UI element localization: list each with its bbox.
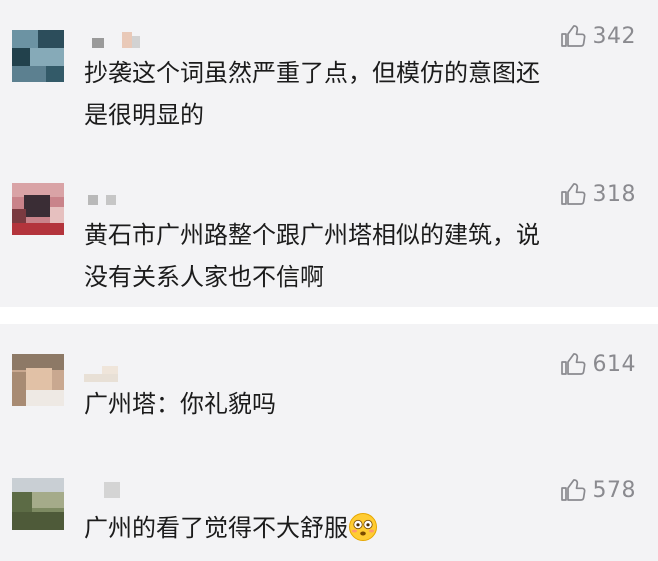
comment-line: 没有关系人家也不信啊 bbox=[84, 263, 324, 291]
comment-line: 广州的看了觉得不大舒服 bbox=[84, 514, 348, 542]
thumbs-up-icon bbox=[560, 25, 585, 47]
like-count: 342 bbox=[592, 23, 636, 49]
like-count: 318 bbox=[592, 181, 636, 207]
comment-text: 黄石市广州路整个跟广州塔相似的建筑，说 没有关系人家也不信啊 bbox=[84, 214, 624, 298]
comment-line: 是很明显的 bbox=[84, 101, 204, 129]
nickname-blurred[interactable] bbox=[84, 191, 124, 207]
flushed-face-icon bbox=[349, 513, 377, 541]
comment-text: 广州塔：你礼貌吗 bbox=[84, 383, 624, 425]
comment-panel: 342 抄袭这个词虽然严重了点，但模仿的意图还 是很明显的 318 黄石市广州路… bbox=[0, 0, 658, 307]
like-button[interactable]: 614 bbox=[560, 350, 637, 378]
comment-text: 广州的看了觉得不大舒服 bbox=[84, 507, 624, 549]
comment-line: 黄石市广州路整个跟广州塔相似的建筑，说 bbox=[84, 221, 540, 249]
comment-text: 抄袭这个词虽然严重了点，但模仿的意图还 是很明显的 bbox=[84, 52, 624, 136]
like-button[interactable]: 578 bbox=[560, 476, 637, 504]
avatar[interactable] bbox=[12, 183, 64, 235]
nickname-blurred[interactable] bbox=[84, 366, 134, 382]
nickname-blurred[interactable] bbox=[84, 32, 144, 48]
thumbs-up-icon bbox=[560, 479, 585, 501]
like-count: 614 bbox=[592, 351, 636, 377]
comment-line: 抄袭这个词虽然严重了点，但模仿的意图还 bbox=[84, 59, 540, 87]
like-button[interactable]: 318 bbox=[560, 180, 637, 208]
like-button[interactable]: 342 bbox=[560, 22, 637, 50]
avatar[interactable] bbox=[12, 478, 64, 530]
comment-line: 广州塔：你礼貌吗 bbox=[84, 390, 276, 418]
avatar[interactable] bbox=[12, 30, 64, 82]
comment-panel: 614 广州塔：你礼貌吗 578 广州的看了觉得不大舒服 bbox=[0, 324, 658, 561]
thumbs-up-icon bbox=[560, 183, 585, 205]
avatar[interactable] bbox=[12, 354, 64, 406]
nickname-blurred[interactable] bbox=[84, 482, 124, 498]
thumbs-up-icon bbox=[560, 353, 585, 375]
like-count: 578 bbox=[592, 477, 636, 503]
